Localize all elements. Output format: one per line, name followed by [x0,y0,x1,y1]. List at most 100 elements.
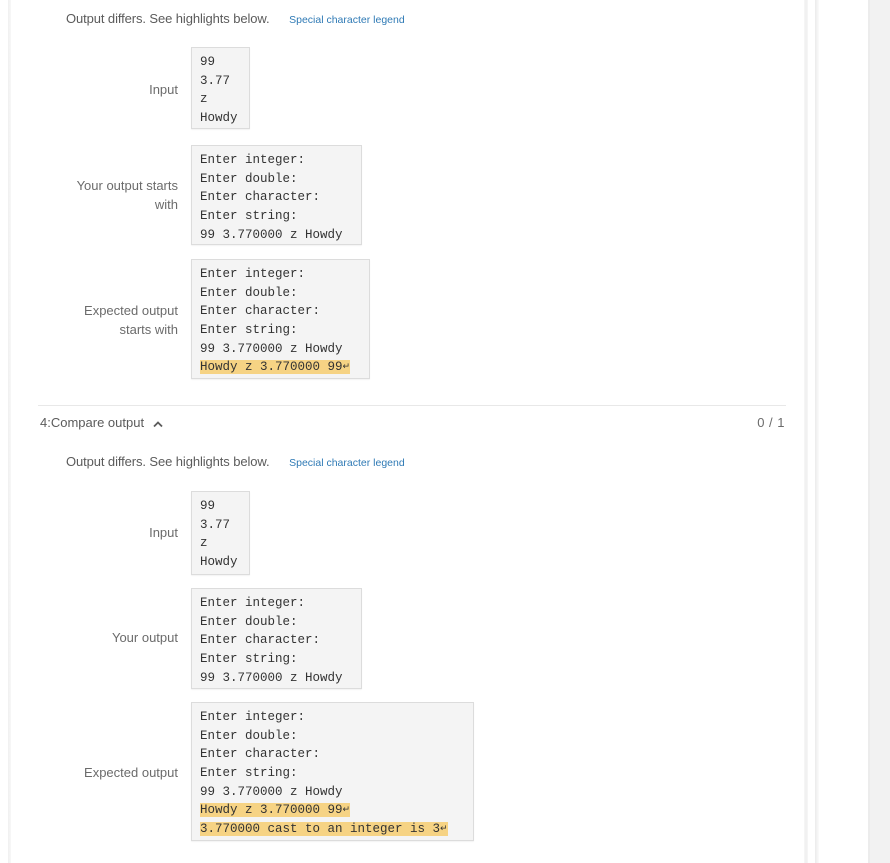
container-border [8,0,11,863]
code-text: Enter character: [200,190,321,205]
code-text: 3.770000 cast to an integer is 3↵ [200,822,448,837]
code-line: 99 [200,497,241,516]
label-text: Input [149,525,178,540]
highlighted-diff-line: 3.770000 cast to an integer is 3↵ [200,820,465,839]
card-border [815,0,819,863]
code-text: Enter string: [200,209,298,224]
expected-output-box: Enter integer: Enter double: Enter charact… [191,259,370,379]
code-text: z [200,92,208,107]
your-output-box: Enter integer: Enter double: Enter charact… [191,588,362,689]
section-divider [38,405,786,406]
code-text: Enter string: [200,652,298,667]
code-line: z [200,534,241,553]
code-line: Enter string: [200,321,361,340]
row-label-your-output: Your output [38,628,178,647]
status-message: Output differs. See highlights below. [66,454,270,469]
code-line: Enter double: [200,170,353,189]
row-label-expected-output: Expected output starts with [38,301,178,339]
status-message: Output differs. See highlights below. [66,11,270,26]
code-text: Enter integer: [200,153,306,167]
input-box: 99 3.77 z Howdy [191,47,250,129]
code-text: Enter character: [200,304,321,319]
code-text: Enter double: [200,171,298,186]
code-line: z [200,90,241,109]
label-text: Your output starts [76,178,178,193]
code-text: z [200,536,208,551]
code-text: Howdy z 3.770000 99↵ [200,360,351,375]
newline-return-icon: ↵ [342,805,351,816]
code-text: Enter character: [200,747,321,762]
code-text: Enter double: [200,728,298,743]
test-status-line: Output differs. See highlights below. Sp… [66,11,405,26]
code-line: Enter integer: [200,594,353,613]
code-text: Howdy [200,111,238,126]
chevron-up-icon [153,420,163,427]
scrollbar-track[interactable] [868,0,890,863]
code-line: 99 3.770000 z Howdy [200,783,465,802]
code-line: Howdy [200,109,241,128]
code-line: Enter integer: [200,265,361,284]
code-line: Enter character: [200,745,465,764]
code-line: 3.77 [200,516,241,535]
code-text: Enter double: [200,614,298,629]
code-line: 3.77 [200,72,241,91]
code-line: 99 [200,53,241,72]
code-line: Enter double: [200,613,353,632]
section-title: 4:Compare output [40,415,145,430]
code-line: Enter integer: [200,151,353,170]
code-line: Enter string: [200,650,353,669]
code-line: Enter string: [200,207,353,226]
test-score: 0 / 1 [757,415,785,430]
code-line: Enter double: [200,284,361,303]
test-status-line: Output differs. See highlights below. Sp… [66,454,405,469]
row-label-input: Input [38,523,178,542]
page: Output differs. See highlights below. Sp… [0,0,890,863]
newline-return-icon: ↵ [440,824,448,835]
card-border [804,0,808,863]
highlighted-diff-line: Howdy z 3.770000 99↵ [200,358,361,377]
label-text: with [154,197,178,212]
code-text: Enter double: [200,285,298,300]
code-text: 3.77 [200,517,231,532]
code-line: 99 3.770000 z Howdy [200,669,353,688]
newline-return-icon: ↵ [342,362,351,373]
compare-output-toggle[interactable]: 4:Compare output [40,415,164,430]
your-output-box: Enter integer: Enter double: Enter charact… [191,145,362,245]
code-line: Enter character: [200,188,353,207]
code-text: Howdy z 3.770000 99↵ [200,803,351,818]
code-text: 99 3.770000 z Howdy [200,341,343,356]
code-line: Enter double: [200,727,465,746]
special-character-legend-link[interactable]: Special character legend [289,14,405,26]
code-text: 99 3.770000 z Howdy [200,784,343,799]
special-character-legend-link[interactable]: Special character legend [289,457,405,469]
code-text: 99 3.770000 z Howdy [200,227,343,242]
code-line: Enter character: [200,302,361,321]
code-text: 99 [200,499,216,513]
highlighted-diff-line: Howdy z 3.770000 99↵ [200,801,465,820]
code-line: Enter integer: [200,708,465,727]
code-line: 99 3.770000 z Howdy [200,226,353,245]
code-line: Howdy [200,553,241,572]
row-label-your-output: Your output starts with [38,176,178,214]
code-text: 3.77 [200,73,231,88]
code-text: Enter string: [200,323,298,338]
expected-output-box: Enter integer: Enter double: Enter charact… [191,702,474,841]
label-text: Your output [111,630,178,645]
label-text: Expected output [84,765,178,780]
label-text: Expected output [84,303,178,318]
code-text: Enter integer: [200,710,306,724]
code-text: 99 3.770000 z Howdy [200,670,343,685]
code-line: Enter character: [200,631,353,650]
code-text: Enter integer: [200,267,306,281]
code-text: Enter string: [200,766,298,781]
code-text: Howdy [200,555,238,570]
input-box: 99 3.77 z Howdy [191,491,250,575]
code-line: Enter string: [200,764,465,783]
label-text: Input [149,82,178,97]
code-text: Enter integer: [200,596,306,610]
code-text: Enter character: [200,633,321,648]
row-label-input: Input [38,80,178,99]
code-text: 99 [200,55,216,69]
code-line: 99 3.770000 z Howdy [200,340,361,359]
label-text: starts with [119,322,178,337]
